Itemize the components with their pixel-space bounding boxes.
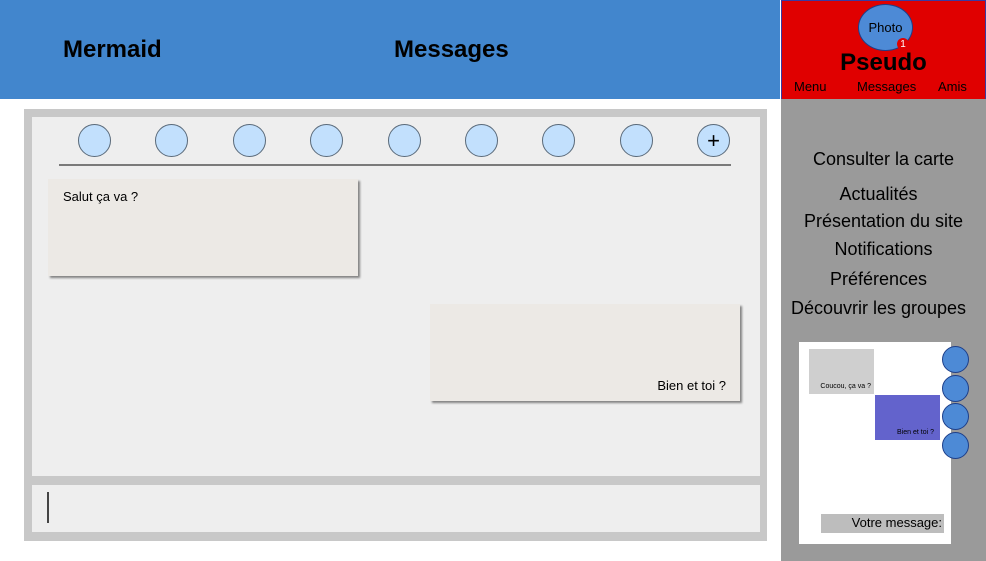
mini-chat-input[interactable]: Votre message: [821,514,944,533]
message-text: Salut ça va ? [63,189,139,204]
contacts-divider [59,164,731,166]
contact-avatar[interactable] [233,124,266,157]
sidebar-link-carte[interactable]: Consulter la carte [781,149,986,170]
sidebar-link-notifications[interactable]: Notifications [781,239,986,260]
add-contact-button[interactable]: + [697,124,730,157]
mini-chat-contact[interactable] [942,346,969,373]
profile-nav-messages[interactable]: Messages [857,79,916,94]
sidebar-link-actualites[interactable]: Actualités [776,184,981,205]
chat-area [32,117,760,476]
mini-chat-contact[interactable] [942,432,969,459]
plus-icon: + [707,127,720,153]
contact-avatar[interactable] [465,124,498,157]
message-input[interactable] [32,485,760,532]
contact-avatar[interactable] [388,124,421,157]
mini-message-text: Bien et toi ? [897,429,934,436]
text-cursor [47,492,49,523]
mini-chat-message-sent: Bien et toi ? [875,395,940,440]
contact-avatar[interactable] [155,124,188,157]
app-title[interactable]: Mermaid [63,36,162,64]
mini-message-text: Coucou, ça va ? [820,383,871,390]
mini-chat-message-received: Coucou, ça va ? [809,349,874,394]
contact-avatar[interactable] [78,124,111,157]
avatar-label: Photo [868,20,903,35]
contact-avatar[interactable] [542,124,575,157]
contact-avatar[interactable] [310,124,343,157]
message-text: Bien et toi ? [657,378,726,393]
mini-chat-contact[interactable] [942,403,969,430]
profile-nav-menu[interactable]: Menu [794,79,827,94]
contact-avatar[interactable] [620,124,653,157]
sidebar-link-presentation[interactable]: Présentation du site [781,211,986,232]
profile-nav-amis[interactable]: Amis [938,79,967,94]
mini-chat-contact[interactable] [942,375,969,402]
username: Pseudo [840,49,927,76]
sidebar-link-groupes[interactable]: Découvrir les groupes [776,298,981,319]
sidebar-link-preferences[interactable]: Préférences [776,269,981,290]
page-title: Messages [394,36,509,63]
